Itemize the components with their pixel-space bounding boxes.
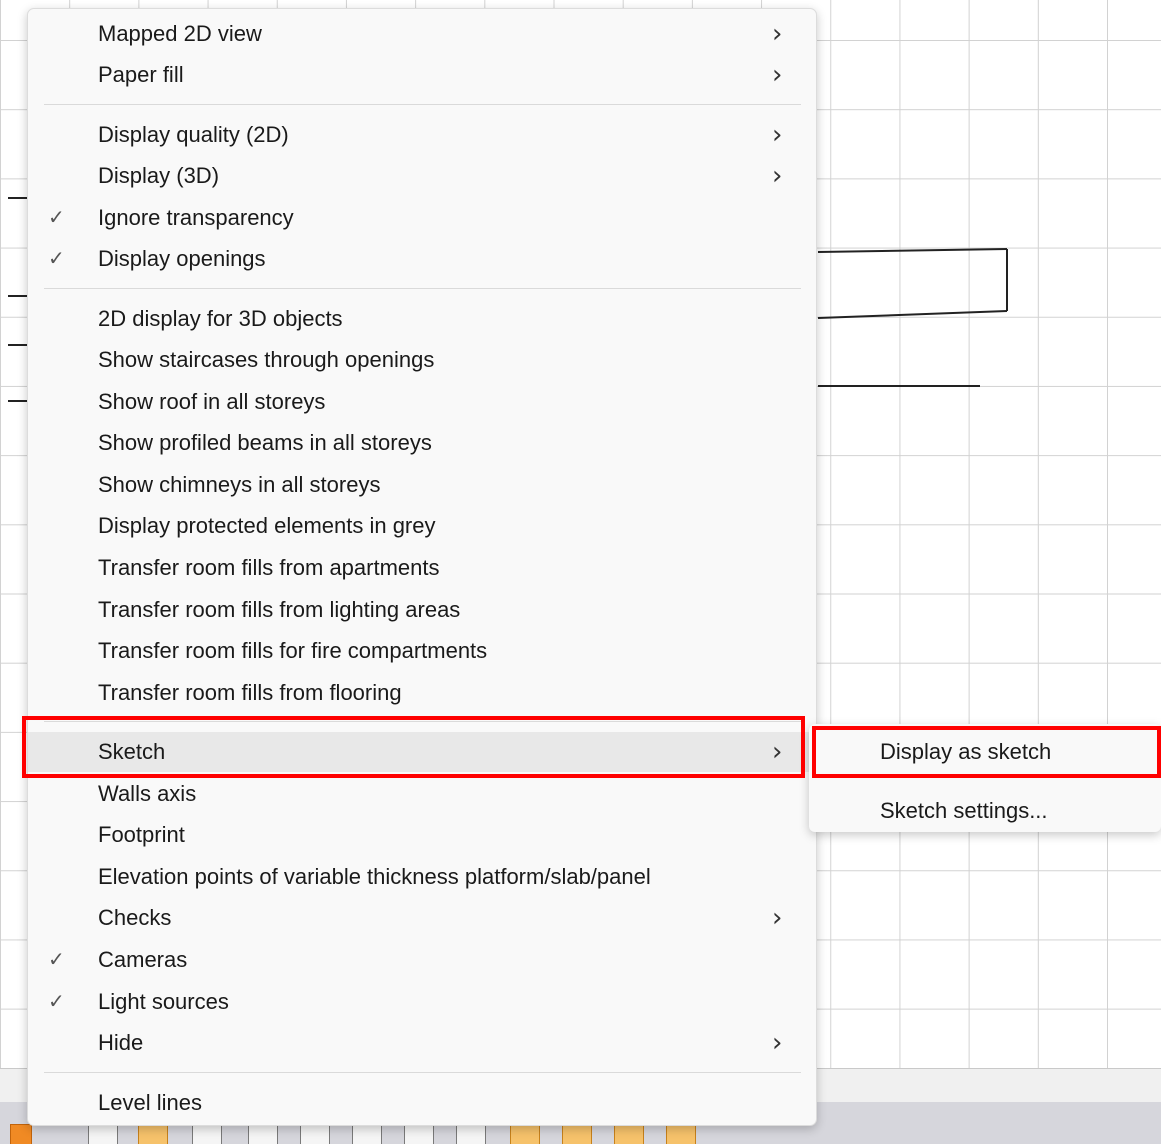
- chevron-right-icon: ›: [772, 19, 783, 49]
- chevron-right-icon: ›: [772, 1028, 783, 1058]
- menu-item-label: Show chimneys in all storeys: [98, 472, 381, 497]
- menu-item-level-lines[interactable]: Level lines: [28, 1083, 816, 1123]
- annotation-highlight-display-as-sketch: [812, 726, 1161, 778]
- menu-item-label: Show roof in all storeys: [98, 389, 326, 414]
- menu-item-display-3d[interactable]: Display (3D) ›: [28, 156, 816, 196]
- menu-item-label: Show profiled beams in all storeys: [98, 430, 432, 455]
- menu-item-label: Light sources: [98, 989, 229, 1014]
- menu-item-label: Ignore transparency: [98, 205, 294, 230]
- menu-item-mapped-2d-view[interactable]: Mapped 2D view ›: [28, 14, 816, 54]
- menu-item-fills-fire[interactable]: Transfer room fills for fire compartment…: [28, 631, 816, 671]
- menu-item-label: Display (3D): [98, 163, 220, 188]
- menu-item-label: Elevation points of variable thickness p…: [98, 864, 651, 889]
- menu-item-label: Display quality (2D): [98, 122, 289, 147]
- toolbar-icon[interactable]: [404, 1124, 434, 1144]
- toolbar-icon[interactable]: [562, 1124, 592, 1144]
- menu-item-label: Display openings: [98, 246, 266, 271]
- toolbar-icon[interactable]: [666, 1124, 696, 1144]
- menu-item-label: Cameras: [98, 947, 188, 972]
- menu-item-light-sources[interactable]: ✓ Light sources: [28, 982, 816, 1022]
- menu-item-label: Level lines: [98, 1090, 202, 1115]
- menu-item-label: Walls axis: [98, 781, 197, 806]
- menu-item-fills-flooring[interactable]: Transfer room fills from flooring: [28, 673, 816, 713]
- menu-item-footprint[interactable]: Footprint: [28, 815, 816, 855]
- menu-item-checks[interactable]: Checks ›: [28, 898, 816, 938]
- menu-item-fills-lighting[interactable]: Transfer room fills from lighting areas: [28, 590, 816, 630]
- check-icon: ✓: [48, 949, 65, 971]
- menu-item-show-roof[interactable]: Show roof in all storeys: [28, 382, 816, 422]
- check-icon: ✓: [48, 991, 65, 1013]
- menu-item-label: Mapped 2D view: [98, 21, 262, 46]
- menu-item-label: Display protected elements in grey: [98, 513, 436, 538]
- menu-item-label: Show staircases through openings: [98, 347, 435, 372]
- annotation-highlight-sketch: [22, 716, 805, 778]
- application-window: Mapped 2D view › Paper fill › Display qu…: [0, 0, 1161, 1144]
- check-icon: ✓: [48, 248, 65, 270]
- view-context-menu: Mapped 2D view › Paper fill › Display qu…: [27, 8, 817, 1126]
- toolbar-icon[interactable]: [510, 1124, 540, 1144]
- menu-item-display-quality-2d[interactable]: Display quality (2D) ›: [28, 115, 816, 155]
- submenu-item-label: Sketch settings...: [880, 798, 1048, 823]
- chevron-right-icon: ›: [772, 903, 783, 933]
- menu-separator: [44, 288, 801, 289]
- menu-item-elevation-points[interactable]: Elevation points of variable thickness p…: [28, 857, 816, 897]
- menu-item-label: Transfer room fills for fire compartment…: [98, 638, 488, 663]
- status-indicator-icon[interactable]: [10, 1124, 32, 1144]
- menu-item-label: Transfer room fills from lighting areas: [98, 597, 461, 622]
- menu-item-2d-display-3d-objects[interactable]: 2D display for 3D objects: [28, 299, 816, 339]
- menu-item-label: Transfer room fills from flooring: [98, 680, 402, 705]
- toolbar-icon[interactable]: [456, 1124, 486, 1144]
- menu-item-ignore-transparency[interactable]: ✓ Ignore transparency: [28, 198, 816, 238]
- chevron-right-icon: ›: [772, 120, 783, 150]
- toolbar-icon[interactable]: [248, 1124, 278, 1144]
- toolbar-icon[interactable]: [300, 1124, 330, 1144]
- menu-item-label: Footprint: [98, 822, 185, 847]
- chevron-right-icon: ›: [772, 161, 783, 191]
- menu-item-show-staircases[interactable]: Show staircases through openings: [28, 340, 816, 380]
- toolbar-icon[interactable]: [138, 1124, 168, 1144]
- menu-item-walls-axis[interactable]: Walls axis: [28, 774, 816, 814]
- chevron-right-icon: ›: [772, 60, 783, 90]
- check-icon: ✓: [48, 207, 65, 229]
- menu-item-show-chimneys[interactable]: Show chimneys in all storeys: [28, 465, 816, 505]
- menu-item-label: Transfer room fills from apartments: [98, 555, 440, 580]
- submenu-item-sketch-settings[interactable]: Sketch settings...: [809, 789, 1161, 833]
- toolbar-icon[interactable]: [614, 1124, 644, 1144]
- menu-item-label: Checks: [98, 905, 172, 930]
- toolbar-icon[interactable]: [352, 1124, 382, 1144]
- menu-separator: [44, 1072, 801, 1073]
- menu-item-label: 2D display for 3D objects: [98, 306, 343, 331]
- menu-item-label: Paper fill: [98, 62, 184, 87]
- menu-item-hide[interactable]: Hide ›: [28, 1023, 816, 1063]
- menu-item-cameras[interactable]: ✓ Cameras: [28, 940, 816, 980]
- menu-item-display-openings[interactable]: ✓ Display openings: [28, 239, 816, 279]
- menu-item-protected-grey[interactable]: Display protected elements in grey: [28, 506, 816, 546]
- menu-item-fills-apartments[interactable]: Transfer room fills from apartments: [28, 548, 816, 588]
- menu-item-label: Hide: [98, 1030, 144, 1055]
- menu-item-show-profiled-beams[interactable]: Show profiled beams in all storeys: [28, 423, 816, 463]
- toolbar-icon[interactable]: [192, 1124, 222, 1144]
- toolbar-icon[interactable]: [88, 1124, 118, 1144]
- menu-separator: [44, 104, 801, 105]
- menu-item-paper-fill[interactable]: Paper fill ›: [28, 55, 816, 95]
